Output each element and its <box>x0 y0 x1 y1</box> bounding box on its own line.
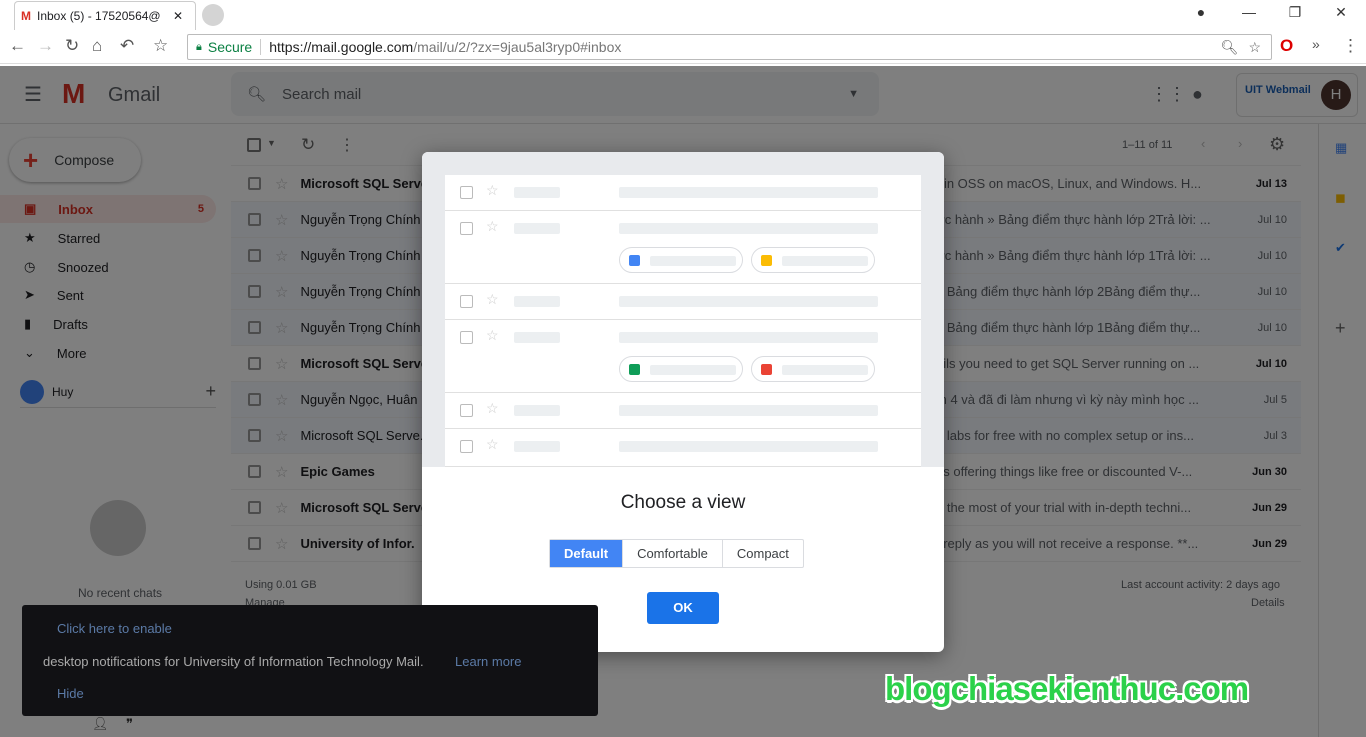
preview-star-icon: ☆ <box>486 218 499 234</box>
forward-icon[interactable]: → <box>37 36 54 56</box>
preview-sender-bar <box>514 223 560 234</box>
preview-sender-bar <box>514 296 560 307</box>
dialog-title: Choose a view <box>620 492 746 513</box>
view-option-comfortable[interactable]: Comfortable <box>622 540 722 567</box>
attachment-file-icon <box>629 364 640 375</box>
desktop-notification-banner: Click here to enable desktop notificatio… <box>22 605 598 716</box>
preview-star-icon: ☆ <box>486 436 499 452</box>
attachment-file-icon <box>761 364 772 375</box>
preview-attachment-chip <box>751 247 875 273</box>
preview-checkbox <box>460 331 473 344</box>
preview-attachment-chip <box>751 356 875 382</box>
notification-message: desktop notifications for University of … <box>43 654 424 669</box>
preview-star-icon: ☆ <box>486 400 499 416</box>
preview-sender-bar <box>514 187 560 198</box>
preview-row: ☆ <box>445 393 921 429</box>
preview-row: ☆ <box>445 211 921 284</box>
attachment-file-icon <box>629 255 640 266</box>
choose-view-dialog: ☆ ☆ ☆ ☆ ☆ ☆ Choose a view Default Comfortable… <box>422 152 944 652</box>
preview-attachment-chip <box>619 247 743 273</box>
preview-row: ☆ <box>445 284 921 320</box>
preview-star-icon: ☆ <box>486 327 499 343</box>
enable-notifications-link[interactable]: Click here to enable <box>57 621 172 636</box>
reload-icon[interactable]: ↻ <box>65 36 79 56</box>
minimize-button[interactable]: — <box>1234 4 1264 20</box>
opera-icon[interactable]: O <box>1280 36 1293 56</box>
preview-checkbox <box>460 404 473 417</box>
preview-subject-bar <box>619 223 878 234</box>
preview-star-icon: ☆ <box>486 182 499 198</box>
url-host: https://mail.google.com <box>269 39 414 55</box>
star-icon[interactable]: ☆ <box>1248 39 1261 56</box>
address-bar[interactable]: 🔒︎ Secure https://mail.google.com /mail/… <box>187 34 1272 60</box>
preview-attachment-chip <box>619 356 743 382</box>
new-tab-button[interactable] <box>202 4 224 26</box>
preview-subject-bar <box>619 405 878 416</box>
close-window-button[interactable]: ✕ <box>1326 4 1356 21</box>
undo-icon[interactable]: ↶ <box>120 36 134 56</box>
attachment-file-icon <box>761 255 772 266</box>
preview-sender-bar <box>514 441 560 452</box>
watermark: blogchiasekienthuc.com <box>885 670 1249 707</box>
browser-tab[interactable]: M Inbox (5) - 17520564@ ✕ <box>14 1 196 30</box>
home-icon[interactable]: ⌂ <box>92 36 102 56</box>
view-option-compact[interactable]: Compact <box>721 540 803 567</box>
preview-checkbox <box>460 295 473 308</box>
preview-checkbox <box>460 222 473 235</box>
preview-subject-bar <box>619 332 878 343</box>
ok-button[interactable]: OK <box>647 592 719 624</box>
preview-subject-bar <box>619 296 878 307</box>
gmail-favicon-icon: M <box>21 9 31 23</box>
profile-icon[interactable]: ● <box>1186 4 1216 20</box>
bookmark-star-icon[interactable]: ☆ <box>153 36 168 56</box>
view-preview: ☆ ☆ ☆ ☆ ☆ ☆ <box>422 152 944 467</box>
hide-link[interactable]: Hide <box>57 686 84 701</box>
back-icon[interactable]: ← <box>9 36 26 56</box>
preview-subject-bar <box>619 441 878 452</box>
preview-checkbox <box>460 440 473 453</box>
preview-subject-bar <box>619 187 878 198</box>
preview-sender-bar <box>514 332 560 343</box>
preview-sender-bar <box>514 405 560 416</box>
view-option-default[interactable]: Default <box>550 540 623 567</box>
close-tab-icon[interactable]: ✕ <box>173 9 183 23</box>
preview-row: ☆ <box>445 175 921 211</box>
menu-icon[interactable]: ⋮ <box>1342 36 1359 56</box>
tab-title: Inbox (5) - 17520564@ <box>37 9 161 23</box>
lock-icon: 🔒︎ <box>196 40 202 53</box>
view-options: Default Comfortable Compact <box>549 539 804 568</box>
secure-label: Secure <box>208 39 262 55</box>
preview-row: ☆ <box>445 429 921 467</box>
learn-more-link[interactable]: Learn more <box>455 654 521 669</box>
preview-row: ☆ <box>445 320 921 393</box>
zoom-icon[interactable]: 🔍︎ <box>1221 39 1239 56</box>
preview-list: ☆ ☆ ☆ ☆ ☆ ☆ <box>445 175 921 467</box>
maximize-button[interactable]: ❐ <box>1280 4 1310 21</box>
url-path: /mail/u/2/?zx=9jau5al3ryp0#inbox <box>413 39 622 55</box>
browser-tab-bar: M Inbox (5) - 17520564@ ✕ ● — ❐ ✕ <box>0 0 1366 30</box>
extensions-chevron-icon[interactable]: » <box>1312 36 1320 52</box>
preview-checkbox <box>460 186 473 199</box>
preview-star-icon: ☆ <box>486 291 499 307</box>
